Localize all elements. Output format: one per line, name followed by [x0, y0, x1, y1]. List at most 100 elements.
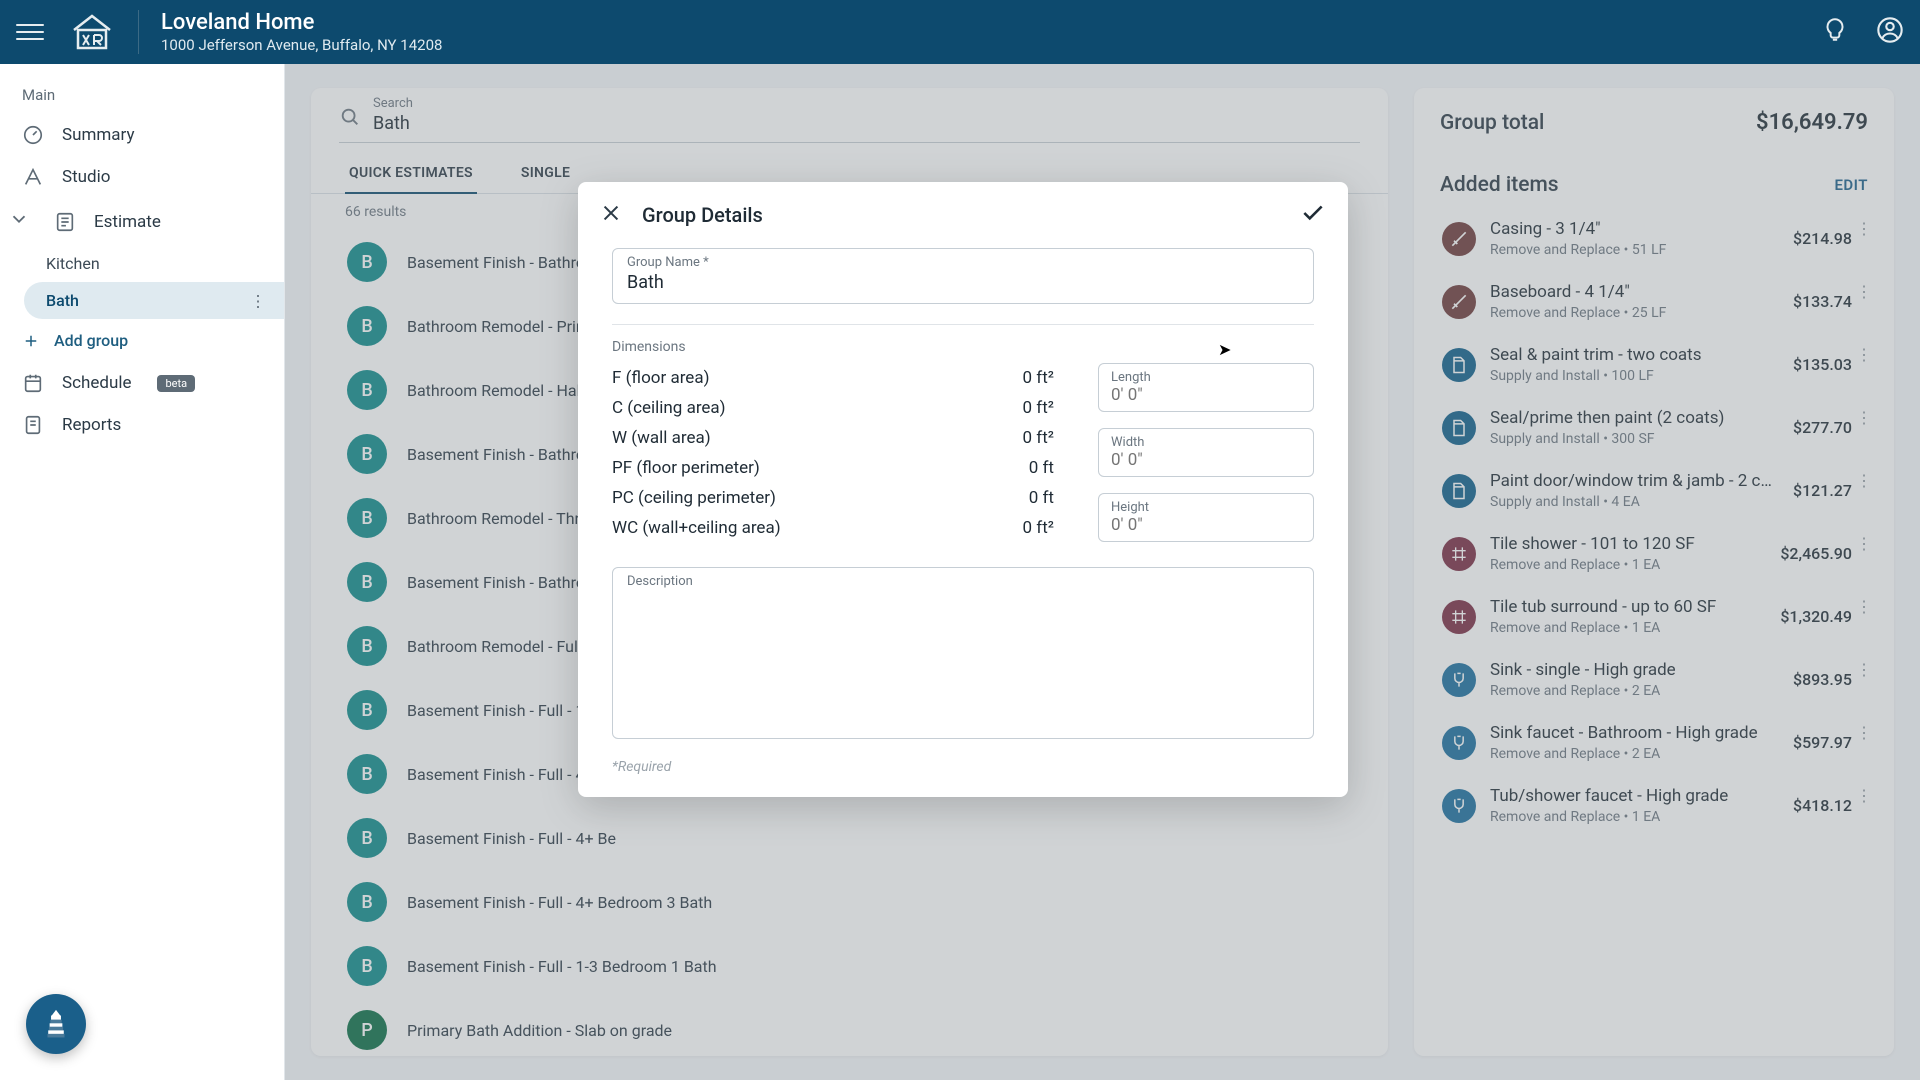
more-vert-icon[interactable]: ⋮: [1856, 345, 1872, 364]
help-icon[interactable]: [1822, 17, 1848, 47]
result-item[interactable]: BBasement Finish - Full - 1-3 Bedroom 1 …: [333, 934, 1366, 998]
studio-icon: [22, 166, 44, 188]
added-item[interactable]: Sink faucet - Bathroom - High gradeRemov…: [1424, 711, 1884, 774]
tab-single[interactable]: SINGLE: [517, 153, 574, 193]
nav-summary[interactable]: Summary: [0, 114, 284, 156]
dimension-row: F (floor area)0 ft²: [612, 363, 1054, 393]
more-vert-icon[interactable]: ⋮: [1856, 219, 1872, 238]
group-name-field[interactable]: Group Name *: [612, 248, 1314, 304]
more-vert-icon[interactable]: ⋮: [1856, 534, 1872, 553]
item-category-icon: [1442, 285, 1476, 319]
sidebar-group-kitchen[interactable]: Kitchen: [24, 245, 284, 282]
item-category-icon: [1442, 600, 1476, 634]
result-avatar: B: [347, 626, 387, 666]
result-avatar: B: [347, 306, 387, 346]
search-icon: [339, 106, 361, 132]
item-detail: Remove and Replace • 2 EA: [1490, 683, 1779, 699]
item-name: Baseboard - 4 1/4": [1490, 282, 1779, 302]
app-logo: [68, 12, 116, 52]
more-vert-icon[interactable]: ⋮: [1856, 282, 1872, 301]
account-icon[interactable]: [1876, 16, 1904, 48]
item-price: $418.12: [1793, 796, 1852, 815]
group-total-card: Group total $16,649.79 Added items EDIT …: [1414, 88, 1894, 1056]
result-item[interactable]: BBasement Finish - Full - 4+ Be: [333, 806, 1366, 870]
nav-studio[interactable]: Studio: [0, 156, 284, 198]
project-title-block: Loveland Home 1000 Jefferson Avenue, Buf…: [161, 9, 442, 55]
item-name: Tile tub surround - up to 60 SF: [1490, 597, 1766, 617]
sidebar-group-bath[interactable]: Bath ⋮: [24, 282, 284, 319]
more-vert-icon[interactable]: ⋮: [1856, 660, 1872, 679]
description-input[interactable]: [627, 589, 1299, 724]
added-item[interactable]: Tile tub surround - up to 60 SF Remove an…: [1424, 585, 1884, 648]
search-input[interactable]: [373, 111, 1360, 142]
nav-schedule[interactable]: Schedule beta: [0, 362, 284, 404]
more-vert-icon[interactable]: ⋮: [1856, 723, 1872, 742]
item-price: $1,320.49: [1780, 607, 1852, 626]
more-vert-icon[interactable]: ⋮: [1856, 597, 1872, 616]
added-item[interactable]: Sink - single - High gradeRemove and Rep…: [1424, 648, 1884, 711]
width-input[interactable]: [1111, 450, 1301, 470]
group-name-input[interactable]: [627, 270, 1299, 293]
item-category-icon: [1442, 222, 1476, 256]
item-detail: Remove and Replace • 25 LF: [1490, 305, 1779, 321]
width-field[interactable]: Width: [1098, 428, 1314, 477]
more-vert-icon[interactable]: ⋮: [1856, 786, 1872, 805]
added-item[interactable]: Seal/prime then paint (2 coats)Supply an…: [1424, 396, 1884, 459]
item-category-icon: [1442, 348, 1476, 382]
item-price: $214.98: [1793, 229, 1852, 248]
added-item[interactable]: Tile shower - 101 to 120 SFRemove and Re…: [1424, 522, 1884, 585]
confirm-icon[interactable]: [1300, 200, 1326, 230]
item-price: $2,465.90: [1780, 544, 1852, 563]
item-category-icon: [1442, 789, 1476, 823]
result-item[interactable]: B Basement Finish - Full - 4+ Bedroom 3 B…: [333, 870, 1366, 934]
tab-quick-estimates[interactable]: QUICK ESTIMATES: [345, 153, 477, 193]
added-item[interactable]: Baseboard - 4 1/4" Remove and Replace • 2…: [1424, 270, 1884, 333]
result-avatar: B: [347, 882, 387, 922]
item-name: Tub/shower faucet - High grade: [1490, 786, 1779, 806]
topbar: Loveland Home 1000 Jefferson Avenue, Buf…: [0, 0, 1920, 64]
result-label: Basement Finish - Full - 4+ Bedroom 3 Ba…: [407, 893, 712, 912]
lighthouse-icon: [39, 1007, 73, 1041]
edit-button[interactable]: EDIT: [1834, 176, 1868, 194]
item-detail: Remove and Replace • 1 EA: [1490, 620, 1766, 636]
dimensions-list: F (floor area)0 ft²C (ceiling area)0 ft²…: [612, 363, 1054, 543]
more-vert-icon[interactable]: ⋮: [250, 291, 266, 310]
nav-estimate[interactable]: Estimate: [0, 198, 284, 245]
nav-reports[interactable]: Reports: [0, 404, 284, 446]
add-group-button[interactable]: Add group: [0, 319, 284, 362]
description-field[interactable]: Description: [612, 567, 1314, 739]
height-input[interactable]: [1111, 515, 1301, 535]
added-item[interactable]: Seal & paint trim - two coatsSupply and …: [1424, 333, 1884, 396]
estimate-icon: [54, 211, 76, 233]
added-items-label: Added items: [1440, 173, 1559, 197]
added-item[interactable]: Paint door/window trim & jamb - 2 coats …: [1424, 459, 1884, 522]
dimensions-label: Dimensions: [612, 339, 1314, 355]
item-name: Seal & paint trim - two coats: [1490, 345, 1779, 365]
group-total-label: Group total: [1440, 111, 1544, 135]
close-icon[interactable]: [600, 202, 622, 228]
dimension-row: C (ceiling area)0 ft²: [612, 393, 1054, 423]
sidebar: Main Summary Studio Estimate Kitchen Bat…: [0, 64, 285, 1080]
item-detail: Remove and Replace • 1 EA: [1490, 557, 1766, 573]
dimension-row: PC (ceiling perimeter)0 ft: [612, 483, 1054, 513]
dimension-row: WC (wall+ceiling area)0 ft²: [612, 513, 1054, 543]
item-category-icon: [1442, 474, 1476, 508]
added-items-list[interactable]: Casing - 3 1/4"Remove and Replace • 51 L…: [1414, 207, 1894, 1056]
added-item[interactable]: Casing - 3 1/4"Remove and Replace • 51 L…: [1424, 207, 1884, 270]
item-price: $277.70: [1793, 418, 1852, 437]
height-field[interactable]: Height: [1098, 493, 1314, 542]
more-vert-icon[interactable]: ⋮: [1856, 471, 1872, 490]
result-item[interactable]: PPrimary Bath Addition - Slab on grade: [333, 998, 1366, 1056]
menu-toggle[interactable]: [16, 18, 44, 46]
item-price: $135.03: [1793, 355, 1852, 374]
length-input[interactable]: [1111, 385, 1301, 405]
more-vert-icon[interactable]: ⋮: [1856, 408, 1872, 427]
modal-title: Group Details: [642, 203, 763, 227]
added-item[interactable]: Tub/shower faucet - High gradeRemove and…: [1424, 774, 1884, 837]
item-category-icon: [1442, 537, 1476, 571]
length-field[interactable]: Length: [1098, 363, 1314, 412]
house-xr-icon: [68, 12, 116, 52]
result-label: Primary Bath Addition - Slab on grade: [407, 1021, 672, 1040]
help-fab[interactable]: [26, 994, 86, 1054]
beta-badge: beta: [157, 375, 195, 392]
